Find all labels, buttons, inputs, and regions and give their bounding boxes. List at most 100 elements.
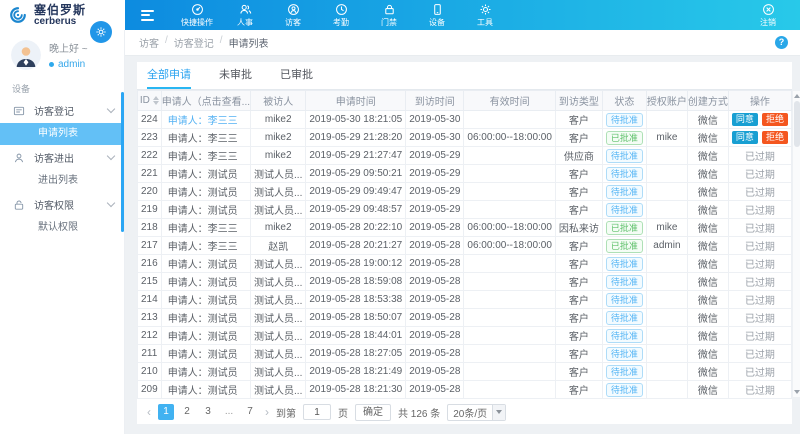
column-header-0[interactable]: ID xyxy=(138,91,162,111)
cell-applicant[interactable]: 申请人：测试员 xyxy=(161,309,250,327)
cell-visit-time: 2019-05-29 xyxy=(406,183,464,201)
agree-button[interactable]: 同意 xyxy=(732,131,758,144)
column-header-label: 到访时间 xyxy=(415,97,455,108)
expired-label: 已过期 xyxy=(745,314,775,325)
reject-button[interactable]: 拒绝 xyxy=(762,113,788,126)
cell-visit-time: 2019-05-30 xyxy=(406,111,464,129)
cell-id: 224 xyxy=(138,111,162,129)
cell-applicant[interactable]: 申请人：李三三 xyxy=(161,111,250,129)
reject-button[interactable]: 拒绝 xyxy=(762,131,788,144)
cell-applicant[interactable]: 申请人：测试员 xyxy=(161,363,250,381)
page-button-7[interactable]: 7 xyxy=(242,404,258,420)
page-button-3[interactable]: 3 xyxy=(200,404,216,420)
cell-visit-type: 客户 xyxy=(555,273,602,291)
page-size-select[interactable]: 20条/页 xyxy=(447,404,506,421)
sort-icon[interactable] xyxy=(153,96,159,105)
tab-all-applications[interactable]: 全部申请 xyxy=(147,62,191,89)
table-scrollbar[interactable] xyxy=(792,90,800,398)
sidebar-subitem-default-permission[interactable]: 默认权限 xyxy=(0,217,124,239)
cell-id: 220 xyxy=(138,183,162,201)
column-header-2: 被访人 xyxy=(251,91,306,111)
cell-status: 待批准 xyxy=(602,363,646,381)
table-row: 216申请人：测试员测试人员...2019-05-28 19:00:122019… xyxy=(138,255,792,273)
sidebar-item-label: 访客进出 xyxy=(34,150,74,165)
cell-auth-account xyxy=(646,309,687,327)
cell-id: 211 xyxy=(138,345,162,363)
scrollbar-thumb[interactable] xyxy=(794,101,800,147)
breadcrumb-item[interactable]: 访客 xyxy=(139,35,159,50)
settings-fab-button[interactable] xyxy=(90,21,112,43)
cell-valid-time xyxy=(464,111,556,129)
breadcrumb-item[interactable]: 访客登记 xyxy=(174,35,214,50)
sidebar-item-visitor-inout[interactable]: 访客进出 xyxy=(0,147,124,168)
scroll-up-icon[interactable] xyxy=(794,94,800,98)
confirm-button[interactable]: 确定 xyxy=(355,404,391,421)
sidebar-scrollbar[interactable] xyxy=(121,92,124,232)
help-icon[interactable]: ? xyxy=(775,36,788,49)
status-badge: 待批准 xyxy=(606,167,643,181)
nav-item-device[interactable]: 设备 xyxy=(413,0,461,30)
content-area: 全部申请 未审批 已审批 ID申请人（点击查看...被访人申请时间到访时间有效时… xyxy=(125,56,800,434)
cell-valid-time xyxy=(464,327,556,345)
cell-status: 待批准 xyxy=(602,111,646,129)
cell-action: 已过期 xyxy=(728,291,791,309)
expired-label: 已过期 xyxy=(745,224,775,235)
cell-auth-account: admin xyxy=(646,237,687,255)
cell-applicant[interactable]: 申请人：测试员 xyxy=(161,255,250,273)
cell-visitee: 赵凯 xyxy=(251,237,306,255)
cell-id: 213 xyxy=(138,309,162,327)
cell-action: 已过期 xyxy=(728,255,791,273)
sidebar-item-visitor-register[interactable]: 访客登记 xyxy=(0,100,124,121)
cell-apply-time: 2019-05-28 18:59:08 xyxy=(306,273,406,291)
cell-visit-type: 因私来访 xyxy=(555,219,602,237)
cell-auth-account xyxy=(646,147,687,165)
nav-item-quick-actions[interactable]: 快捷操作 xyxy=(173,0,221,30)
cell-create-method: 微信 xyxy=(687,327,728,345)
breadcrumb-current: 申请列表 xyxy=(229,35,269,50)
column-header-1: 申请人（点击查看... xyxy=(161,91,250,111)
nav-item-access-control[interactable]: 门禁 xyxy=(365,0,413,30)
cell-applicant[interactable]: 申请人：测试员 xyxy=(161,327,250,345)
device-icon xyxy=(431,3,444,16)
cell-applicant[interactable]: 申请人：测试员 xyxy=(161,273,250,291)
status-badge: 待批准 xyxy=(606,257,643,271)
nav-item-visitor[interactable]: 访客 xyxy=(269,0,317,30)
cell-action: 已过期 xyxy=(728,237,791,255)
cell-applicant[interactable]: 申请人：李三三 xyxy=(161,129,250,147)
cell-applicant[interactable]: 申请人：李三三 xyxy=(161,147,250,165)
nav-item-attendance[interactable]: 考勤 xyxy=(317,0,365,30)
page-button-2[interactable]: 2 xyxy=(179,404,195,420)
breadcrumb-separator: / xyxy=(165,35,168,50)
menu-collapse-icon[interactable] xyxy=(141,10,154,21)
cell-applicant[interactable]: 申请人：测试员 xyxy=(161,183,250,201)
cell-apply-time: 2019-05-28 18:44:01 xyxy=(306,327,406,345)
cell-applicant[interactable]: 申请人：测试员 xyxy=(161,381,250,399)
page-button-1[interactable]: 1 xyxy=(158,404,174,420)
nav-item-tools[interactable]: 工具 xyxy=(461,0,509,30)
next-page-button[interactable]: › xyxy=(265,405,269,419)
agree-button[interactable]: 同意 xyxy=(732,113,758,126)
scroll-down-icon[interactable] xyxy=(794,390,800,394)
tab-unapproved[interactable]: 未审批 xyxy=(219,62,252,89)
jump-page-input[interactable] xyxy=(303,404,331,420)
cell-visitee: 测试人员... xyxy=(251,201,306,219)
nav-item-hr[interactable]: 人事 xyxy=(221,0,269,30)
cell-applicant[interactable]: 申请人：测试员 xyxy=(161,291,250,309)
prev-page-button[interactable]: ‹ xyxy=(147,405,151,419)
sidebar-subitem-apply-list[interactable]: 申请列表 xyxy=(0,123,124,145)
cell-apply-time: 2019-05-28 20:22:10 xyxy=(306,219,406,237)
status-badge: 待批准 xyxy=(606,383,643,397)
cell-create-method: 微信 xyxy=(687,165,728,183)
cell-applicant[interactable]: 申请人：测试员 xyxy=(161,165,250,183)
sidebar-subitem-inout-list[interactable]: 进出列表 xyxy=(0,170,124,192)
cell-id: 212 xyxy=(138,327,162,345)
sidebar-item-visitor-permission[interactable]: 访客权限 xyxy=(0,194,124,215)
tab-approved[interactable]: 已审批 xyxy=(280,62,313,89)
cell-applicant[interactable]: 申请人：李三三 xyxy=(161,219,250,237)
logout-button[interactable]: 注销 xyxy=(744,0,792,30)
cell-applicant[interactable]: 申请人：李三三 xyxy=(161,237,250,255)
username[interactable]: admin xyxy=(58,59,85,70)
cell-applicant[interactable]: 申请人：测试员 xyxy=(161,345,250,363)
column-header-label: 授权账户 xyxy=(647,97,687,108)
cell-applicant[interactable]: 申请人：测试员 xyxy=(161,201,250,219)
